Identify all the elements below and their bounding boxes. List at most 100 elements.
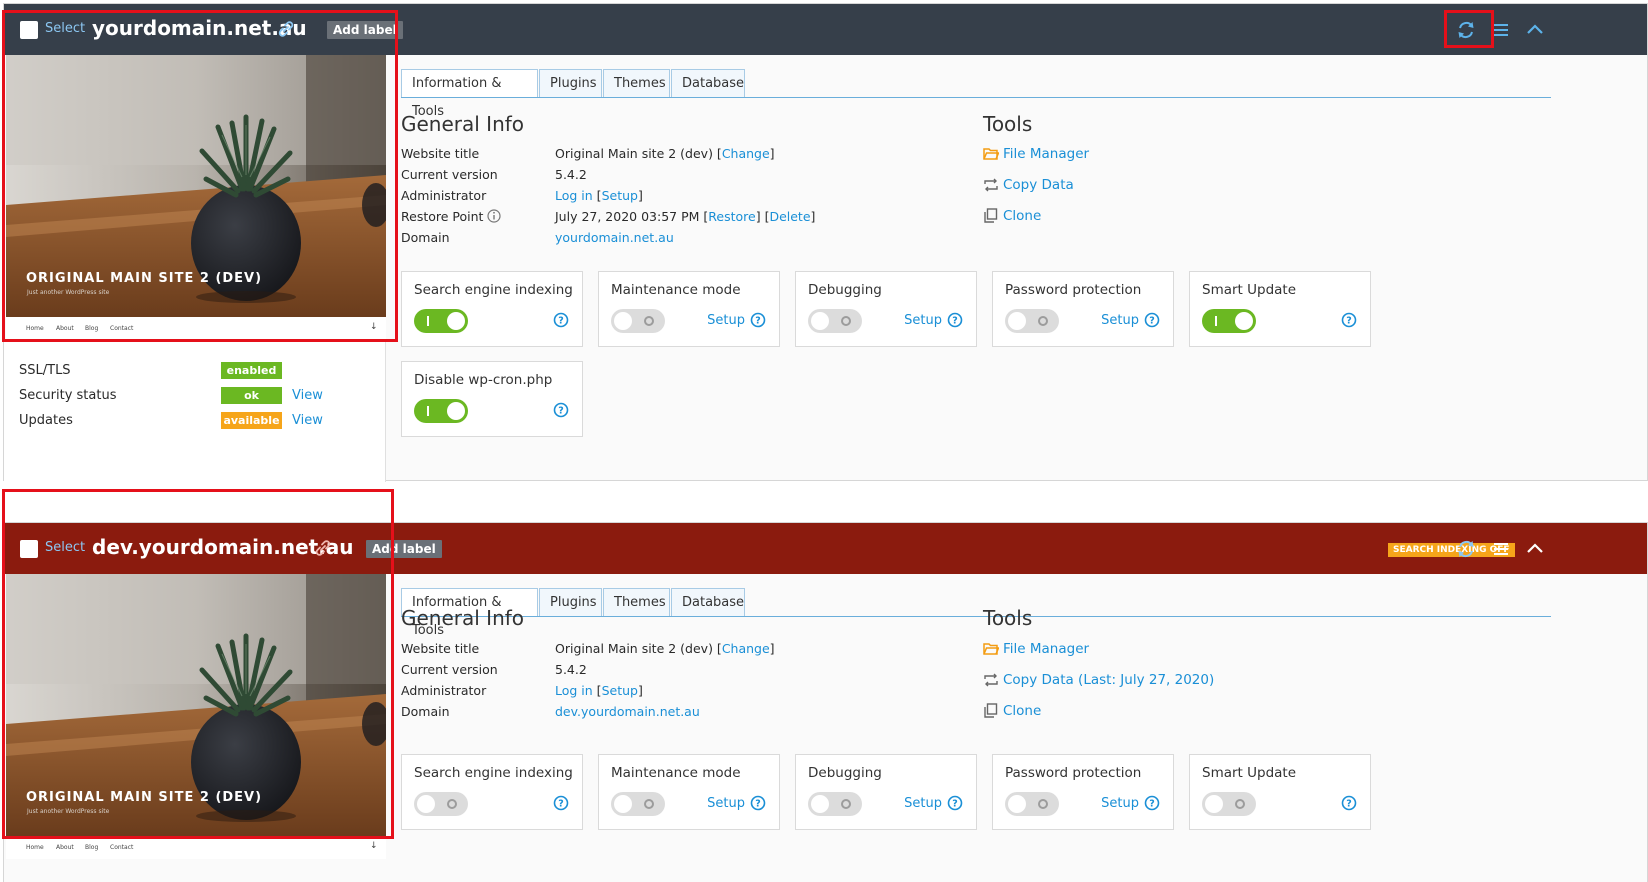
help-icon[interactable] bbox=[1341, 312, 1357, 328]
select-label[interactable]: Select bbox=[45, 540, 85, 555]
change-link[interactable]: Change bbox=[722, 146, 770, 161]
copy-data-link[interactable]: Copy Data (Last: July 27, 2020) bbox=[983, 672, 1214, 688]
preview-title: ORIGINAL MAIN SITE 2 (DEV) bbox=[26, 790, 263, 805]
administrator-label: Administrator bbox=[401, 188, 487, 203]
preview-subtitle: Just another WordPress site bbox=[27, 289, 110, 296]
toggle-switch[interactable] bbox=[1005, 792, 1059, 816]
login-link[interactable]: Log in bbox=[555, 188, 593, 203]
collapse-icon[interactable] bbox=[1524, 19, 1546, 41]
restore-link[interactable]: Restore bbox=[708, 209, 755, 224]
toggle-switch[interactable] bbox=[414, 309, 468, 333]
login-link[interactable]: Log in bbox=[555, 683, 593, 698]
tab-themes[interactable]: Themes bbox=[603, 69, 670, 98]
current-version-value: 5.4.2 bbox=[555, 662, 587, 677]
site-domain[interactable]: yourdomain.net.au bbox=[92, 16, 307, 40]
toggle-switch[interactable] bbox=[414, 399, 468, 423]
folder-icon bbox=[983, 643, 1000, 655]
tab-plugins[interactable]: Plugins bbox=[539, 588, 602, 617]
help-icon[interactable] bbox=[1341, 795, 1357, 811]
toggle-switch[interactable] bbox=[1202, 792, 1256, 816]
card-title: Debugging bbox=[808, 765, 882, 781]
tab-themes[interactable]: Themes bbox=[603, 588, 670, 617]
tab-database[interactable]: Database bbox=[671, 69, 745, 98]
help-icon[interactable] bbox=[553, 312, 569, 328]
refresh-icon[interactable] bbox=[1455, 19, 1477, 41]
copy-data-text: Copy Data bbox=[1003, 177, 1074, 193]
help-icon[interactable] bbox=[947, 795, 963, 811]
security-view-link[interactable]: View bbox=[292, 388, 323, 403]
help-icon[interactable] bbox=[750, 795, 766, 811]
external-link-icon[interactable] bbox=[277, 20, 295, 38]
help-icon[interactable] bbox=[947, 312, 963, 328]
setup-link[interactable]: Setup bbox=[1101, 796, 1139, 811]
preview-nav: Home About Blog Contact ↓ bbox=[6, 317, 386, 340]
select-checkbox[interactable] bbox=[20, 21, 38, 39]
setup-link[interactable]: Setup bbox=[1101, 313, 1139, 328]
file-manager-link[interactable]: File Manager bbox=[983, 641, 1089, 657]
collapse-icon[interactable] bbox=[1524, 538, 1546, 560]
clone-link[interactable]: Clone bbox=[983, 703, 1041, 719]
toggle-switch[interactable] bbox=[611, 309, 665, 333]
delete-link[interactable]: Delete bbox=[769, 209, 810, 224]
site-preview[interactable]: ORIGINAL MAIN SITE 2 (DEV) Just another … bbox=[6, 574, 386, 859]
clone-link[interactable]: Clone bbox=[983, 208, 1041, 224]
tab-database[interactable]: Database bbox=[671, 588, 745, 617]
card-title: Search engine indexing bbox=[414, 765, 573, 781]
select-checkbox[interactable] bbox=[20, 540, 38, 558]
change-link[interactable]: Change bbox=[722, 641, 770, 656]
refresh-icon[interactable] bbox=[1455, 538, 1477, 560]
clone-text: Clone bbox=[1003, 208, 1042, 224]
domain-link[interactable]: yourdomain.net.au bbox=[555, 230, 674, 245]
info-icon[interactable] bbox=[487, 209, 502, 223]
domain-link[interactable]: dev.yourdomain.net.au bbox=[555, 704, 700, 719]
select-label[interactable]: Select bbox=[45, 21, 85, 36]
setup-link[interactable]: Setup bbox=[707, 313, 745, 328]
tab-underline bbox=[401, 616, 1551, 617]
toggle-switch[interactable] bbox=[1005, 309, 1059, 333]
toggle-switch[interactable] bbox=[808, 309, 862, 333]
tab-information-tools[interactable]: Information & Tools bbox=[401, 69, 538, 119]
card-smart-update: Smart Update bbox=[1189, 271, 1371, 347]
preview-nav-item: Home bbox=[26, 325, 44, 332]
card-title: Maintenance mode bbox=[611, 282, 741, 298]
admin-setup-link[interactable]: Setup bbox=[602, 683, 638, 698]
site-preview[interactable]: ORIGINAL MAIN SITE 2 (DEV) Just another … bbox=[6, 55, 386, 340]
card-smart-update: Smart Update bbox=[1189, 754, 1371, 830]
external-link-icon[interactable] bbox=[314, 539, 332, 557]
help-icon[interactable] bbox=[553, 795, 569, 811]
add-label-button[interactable]: Add label bbox=[366, 540, 442, 558]
help-icon[interactable] bbox=[1144, 312, 1160, 328]
card-maintenance-mode: Maintenance mode Setup bbox=[598, 271, 780, 347]
card-title: Disable wp-cron.php bbox=[414, 372, 553, 388]
toggle-switch[interactable] bbox=[611, 792, 665, 816]
menu-icon[interactable] bbox=[1490, 19, 1512, 41]
help-icon[interactable] bbox=[553, 402, 569, 418]
file-manager-link[interactable]: File Manager bbox=[983, 146, 1089, 162]
add-label-button[interactable]: Add label bbox=[327, 21, 403, 39]
setup-link[interactable]: Setup bbox=[707, 796, 745, 811]
copy-data-link[interactable]: Copy Data bbox=[983, 177, 1074, 193]
menu-icon[interactable] bbox=[1490, 538, 1512, 560]
administrator-value: Log in [Setup] bbox=[555, 683, 643, 698]
folder-icon bbox=[983, 148, 1000, 160]
updates-view-link[interactable]: View bbox=[292, 413, 323, 428]
copy-data-icon bbox=[984, 673, 998, 687]
preview-nav-item: About bbox=[56, 844, 74, 851]
tab-plugins[interactable]: Plugins bbox=[539, 69, 602, 98]
toggle-switch[interactable] bbox=[1202, 309, 1256, 333]
site-card-1: Select yourdomain.net.au Add label ORIGI… bbox=[3, 3, 1648, 482]
site-header: Select yourdomain.net.au Add label bbox=[4, 4, 1647, 55]
current-version-label: Current version bbox=[401, 662, 498, 677]
toggle-switch[interactable] bbox=[414, 792, 468, 816]
domain-label: Domain bbox=[401, 704, 450, 719]
card-password-protection: Password protection Setup bbox=[992, 754, 1174, 830]
help-icon[interactable] bbox=[1144, 795, 1160, 811]
help-icon[interactable] bbox=[750, 312, 766, 328]
toggle-switch[interactable] bbox=[808, 792, 862, 816]
admin-setup-link[interactable]: Setup bbox=[602, 188, 638, 203]
preview-subtitle: Just another WordPress site bbox=[27, 808, 110, 815]
restore-point-date: July 27, 2020 03:57 PM bbox=[555, 209, 700, 224]
general-info-heading: General Info bbox=[401, 112, 525, 136]
setup-link[interactable]: Setup bbox=[904, 796, 942, 811]
setup-link[interactable]: Setup bbox=[904, 313, 942, 328]
